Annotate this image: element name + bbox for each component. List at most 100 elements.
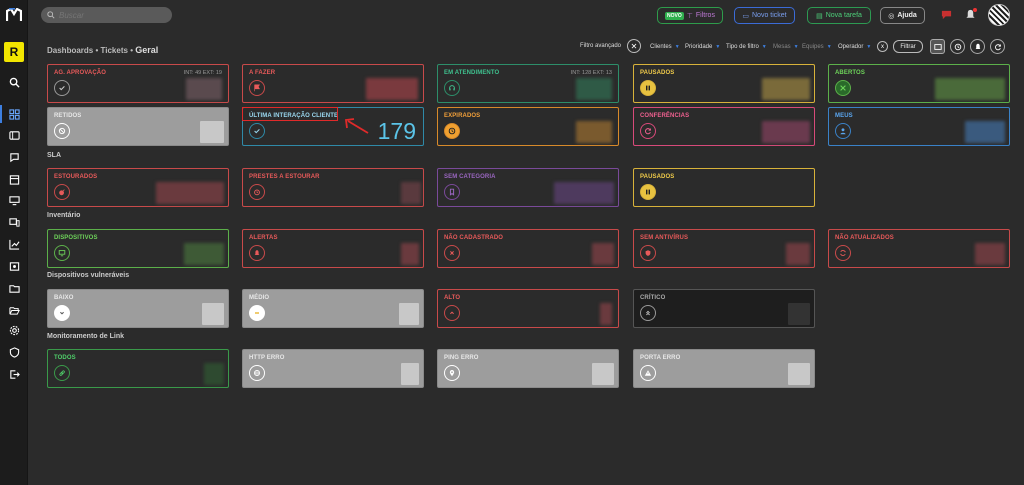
chevron-down-icon: ▼ [866, 44, 872, 50]
card-title: CONFERÊNCIAS [640, 113, 690, 119]
card-sem-antivirus[interactable]: SEM ANTIVÍRUS [633, 229, 815, 268]
folder-icon[interactable] [0, 278, 28, 298]
search-input[interactable] [59, 10, 169, 20]
filter-priority[interactable]: Prioridade ▼ [685, 44, 720, 50]
logout-icon[interactable] [0, 364, 28, 384]
card-pausados[interactable]: PAUSADOS [633, 64, 815, 103]
card-ag-aprovacao[interactable]: AG. APROVAÇÃO INT: 49 EXT: 19 [47, 64, 229, 103]
filter-teams[interactable]: Equipes ▼ [802, 44, 832, 50]
card-value-redacted [204, 363, 224, 385]
chevron-down-icon: ▼ [715, 44, 721, 50]
globe-icon [249, 365, 265, 381]
card-baixo[interactable]: BAIXO [47, 289, 229, 328]
filter-desks[interactable]: Mesas ▼ [773, 44, 799, 50]
chat-notification-icon[interactable] [940, 8, 953, 21]
card-medio[interactable]: MÉDIO [242, 289, 424, 328]
breadcrumb-tickets[interactable]: Tickets [101, 46, 128, 55]
warning-icon [640, 365, 656, 381]
search-icon[interactable] [0, 72, 28, 92]
clear-filters-button[interactable]: x [877, 41, 888, 52]
card-expirados[interactable]: EXPIRADOS [437, 107, 619, 146]
avatar[interactable] [988, 4, 1010, 26]
advanced-filter-label: Filtro avançado [580, 43, 622, 49]
filter-type[interactable]: Tipo de filtro ▼ [726, 44, 767, 50]
card-title: SEM CATEGORIA [444, 174, 496, 180]
display-mode-icon[interactable] [930, 39, 945, 54]
card-title: MÉDIO [249, 295, 270, 301]
card-value-redacted [200, 121, 224, 143]
card-value-redacted [592, 243, 614, 265]
workspace-badge[interactable]: R [4, 42, 24, 62]
card-todos[interactable]: TODOS [47, 349, 229, 388]
app-logo-icon[interactable] [0, 0, 28, 30]
card-title: ALERTAS [249, 235, 278, 241]
shield-icon[interactable] [0, 342, 28, 362]
card-title: EM ATENDIMENTO [444, 70, 500, 76]
card-value-redacted [788, 363, 810, 385]
new-task-button[interactable]: ▤ Nova tarefa [807, 7, 871, 24]
card-meus[interactable]: MEUS [828, 107, 1010, 146]
card-alertas[interactable]: ALERTAS [242, 229, 424, 268]
card-critico[interactable]: CRÍTICO [633, 289, 815, 328]
new-ticket-button[interactable]: ▭ Novo ticket [734, 7, 795, 24]
chat-icon[interactable] [0, 147, 28, 167]
calendar-icon[interactable] [0, 169, 28, 189]
filters-button[interactable]: NOVO ⊤ Filtros [657, 7, 723, 24]
card-dispositivos[interactable]: DISPOSITIVOS [47, 229, 229, 268]
card-retidos[interactable]: RETIDOS [47, 107, 229, 146]
card-em-atendimento[interactable]: EM ATENDIMENTO INT: 128 EXT: 13 [437, 64, 619, 103]
ticket-icon: ▭ [742, 12, 749, 20]
settings-gear-icon[interactable] [0, 320, 28, 340]
breadcrumb-dashboards[interactable]: Dashboards [47, 46, 93, 55]
reports-icon[interactable] [0, 256, 28, 276]
search-box[interactable] [41, 7, 172, 23]
card-meta: INT: 49 EXT: 19 [183, 70, 222, 76]
bell-icon[interactable] [970, 39, 985, 54]
card-nao-atualizados[interactable]: NÃO ATUALIZADOS [828, 229, 1010, 268]
card-a-fazer[interactable]: A FAZER [242, 64, 424, 103]
ticket-icon[interactable] [0, 125, 28, 145]
card-porta-erro[interactable]: PORTA ERRO [633, 349, 815, 388]
card-title: TODOS [54, 355, 76, 361]
card-nao-cadastrado[interactable]: NÃO CADASTRADO [437, 229, 619, 268]
chart-icon[interactable] [0, 234, 28, 254]
link-icon [54, 365, 70, 381]
advanced-filter-close-button[interactable]: ✕ [627, 39, 641, 53]
filter-operator[interactable]: Operador ▼ [838, 44, 871, 50]
refresh-icon[interactable] [990, 39, 1005, 54]
chevron-down-icon: ▼ [793, 44, 799, 50]
bell-icon [249, 245, 265, 261]
apply-filter-button[interactable]: Filtrar [893, 40, 923, 53]
bomb-icon [54, 184, 70, 200]
card-http-erro[interactable]: HTTP ERRO [242, 349, 424, 388]
card-sem-categoria[interactable]: SEM CATEGORIA [437, 168, 619, 207]
card-title: CRÍTICO [640, 295, 666, 301]
folder-open-icon[interactable] [0, 300, 28, 320]
chevron-down-icon: ▼ [674, 44, 680, 50]
notification-dot [973, 8, 977, 12]
card-ping-erro[interactable]: PING ERRO [437, 349, 619, 388]
filter-clients[interactable]: Clientes ▼ [650, 44, 680, 50]
card-value-redacted [401, 182, 421, 204]
breadcrumb-separator: • [130, 46, 133, 55]
card-abertos[interactable]: ABERTOS [828, 64, 1010, 103]
card-conferencias[interactable]: CONFERÊNCIAS [633, 107, 815, 146]
card-prestes-estourar[interactable]: PRESTES A ESTOURAR [242, 168, 424, 207]
monitor-icon[interactable] [0, 190, 28, 210]
card-alto[interactable]: ALTO [437, 289, 619, 328]
dashboard-icon[interactable] [0, 104, 28, 124]
card-title: MEUS [835, 113, 853, 119]
card-title: NÃO ATUALIZADOS [835, 235, 894, 241]
highlight-box [242, 107, 338, 121]
card-title: EXPIRADOS [444, 113, 481, 119]
bell-icon[interactable] [964, 8, 977, 21]
card-value-redacted [762, 121, 810, 143]
bookmark-icon [444, 184, 460, 200]
help-button[interactable]: ◎ Ajuda [880, 7, 925, 24]
pause-icon [640, 80, 656, 96]
history-icon[interactable] [950, 39, 965, 54]
card-title: AG. APROVAÇÃO [54, 70, 106, 76]
card-estourados[interactable]: ESTOURADOS [47, 168, 229, 207]
card-sla-pausados[interactable]: PAUSADOS [633, 168, 815, 207]
devices-icon[interactable] [0, 212, 28, 232]
